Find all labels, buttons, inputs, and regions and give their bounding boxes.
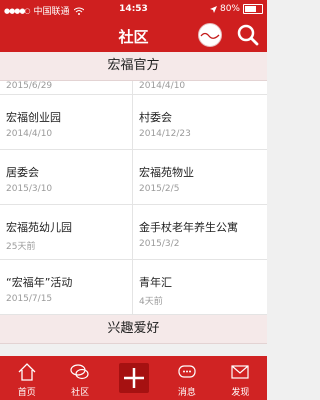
cell-date: 2014/12/23 bbox=[139, 129, 191, 139]
tab-home[interactable]: 首页 bbox=[0, 356, 53, 400]
mail-icon bbox=[231, 365, 249, 379]
cell-date: 2015/3/10 bbox=[6, 184, 53, 194]
tab-community[interactable]: 社区 bbox=[53, 356, 106, 400]
tab-messages[interactable]: 消息 bbox=[160, 356, 213, 400]
cell-date: 2015/3/2 bbox=[139, 239, 180, 249]
cell-date: 2014/4/10 bbox=[6, 129, 53, 139]
content-list[interactable]: 宏福官方 2015/6/29 2014/4/10 宏福创业园 2014/4/10… bbox=[0, 52, 267, 356]
tab-bar: 首页 社区 消息 发现 bbox=[0, 356, 267, 400]
cell-title: 青年汇 bbox=[139, 276, 172, 289]
grid-row-partial: 2015/6/29 2014/4/10 bbox=[0, 81, 267, 95]
add-button[interactable] bbox=[118, 363, 149, 393]
location-icon bbox=[209, 5, 217, 13]
tab-label: 发现 bbox=[231, 388, 250, 398]
chat-icon bbox=[70, 364, 89, 380]
cell-date: 2015/7/15 bbox=[6, 294, 53, 304]
tab-discover[interactable]: 发现 bbox=[214, 356, 267, 400]
message-icon bbox=[178, 365, 196, 378]
cell-date: 2015/6/29 bbox=[6, 81, 53, 91]
cell-date: 2015/2/5 bbox=[139, 184, 180, 194]
plus-icon bbox=[123, 368, 144, 388]
grid-row: 宏福创业园 2014/4/10 村委会 2014/12/23 bbox=[0, 95, 267, 150]
community-logo[interactable] bbox=[198, 23, 222, 47]
logo-mark bbox=[200, 32, 220, 39]
header-bar: ●●●●○ 中国联通 14:53 80% 社区 bbox=[0, 0, 267, 52]
cell-date: 25天前 bbox=[6, 242, 36, 252]
cell-title: “宏福年”活动 bbox=[6, 276, 73, 289]
search-button[interactable] bbox=[236, 23, 260, 47]
home-icon bbox=[18, 363, 36, 381]
cell-title: 金手杖老年养生公寓 bbox=[139, 221, 238, 234]
grid-cell[interactable]: “宏福年”活动 2015/7/15 bbox=[0, 260, 133, 314]
grid-cell[interactable]: 宏福创业园 2014/4/10 bbox=[0, 95, 133, 149]
cell-date: 2014/4/10 bbox=[139, 81, 186, 91]
cell-title: 宏福创业园 bbox=[6, 111, 61, 124]
status-bar: ●●●●○ 中国联通 14:53 80% bbox=[0, 0, 267, 18]
cell-title: 居委会 bbox=[6, 166, 39, 179]
cell-title: 宏福苑幼儿园 bbox=[6, 221, 72, 234]
grid-row: 居委会 2015/3/10 宏福苑物业 2015/2/5 bbox=[0, 150, 267, 205]
tab-label: 社区 bbox=[71, 388, 90, 398]
search-icon bbox=[237, 24, 259, 46]
grid-cell[interactable]: 金手杖老年养生公寓 2015/3/2 bbox=[133, 205, 266, 259]
tab-label: 首页 bbox=[17, 388, 36, 398]
grid-cell[interactable]: 村委会 2014/12/23 bbox=[133, 95, 266, 149]
grid-cell[interactable]: 青年汇 4天前 bbox=[133, 260, 266, 314]
battery-icon bbox=[243, 4, 263, 14]
cell-title: 宏福苑物业 bbox=[139, 166, 194, 179]
page-title: 社区 bbox=[118, 28, 149, 46]
cell-date: 4天前 bbox=[139, 297, 163, 307]
battery-percent: 80% bbox=[219, 4, 240, 14]
grid-cell[interactable]: 宏福苑物业 2015/2/5 bbox=[133, 150, 266, 204]
official-grid: 2015/6/29 2014/4/10 宏福创业园 2014/4/10 村委会 … bbox=[0, 81, 267, 315]
grid-cell[interactable]: 居委会 2015/3/10 bbox=[0, 150, 133, 204]
cell-title: 村委会 bbox=[139, 111, 172, 124]
tab-add[interactable] bbox=[107, 356, 160, 400]
section-header-official: 宏福官方 bbox=[0, 52, 267, 81]
tab-label: 消息 bbox=[177, 388, 196, 398]
grid-cell[interactable]: 宏福苑幼儿园 25天前 bbox=[0, 205, 133, 259]
grid-row: “宏福年”活动 2015/7/15 青年汇 4天前 bbox=[0, 260, 267, 315]
grid-cell[interactable]: 2015/6/29 bbox=[0, 81, 133, 94]
grid-row: 宏福苑幼儿园 25天前 金手杖老年养生公寓 2015/3/2 bbox=[0, 205, 267, 260]
section-header-hobbies: 兴趣爱好 bbox=[0, 315, 267, 344]
grid-cell[interactable]: 2014/4/10 bbox=[133, 81, 266, 94]
